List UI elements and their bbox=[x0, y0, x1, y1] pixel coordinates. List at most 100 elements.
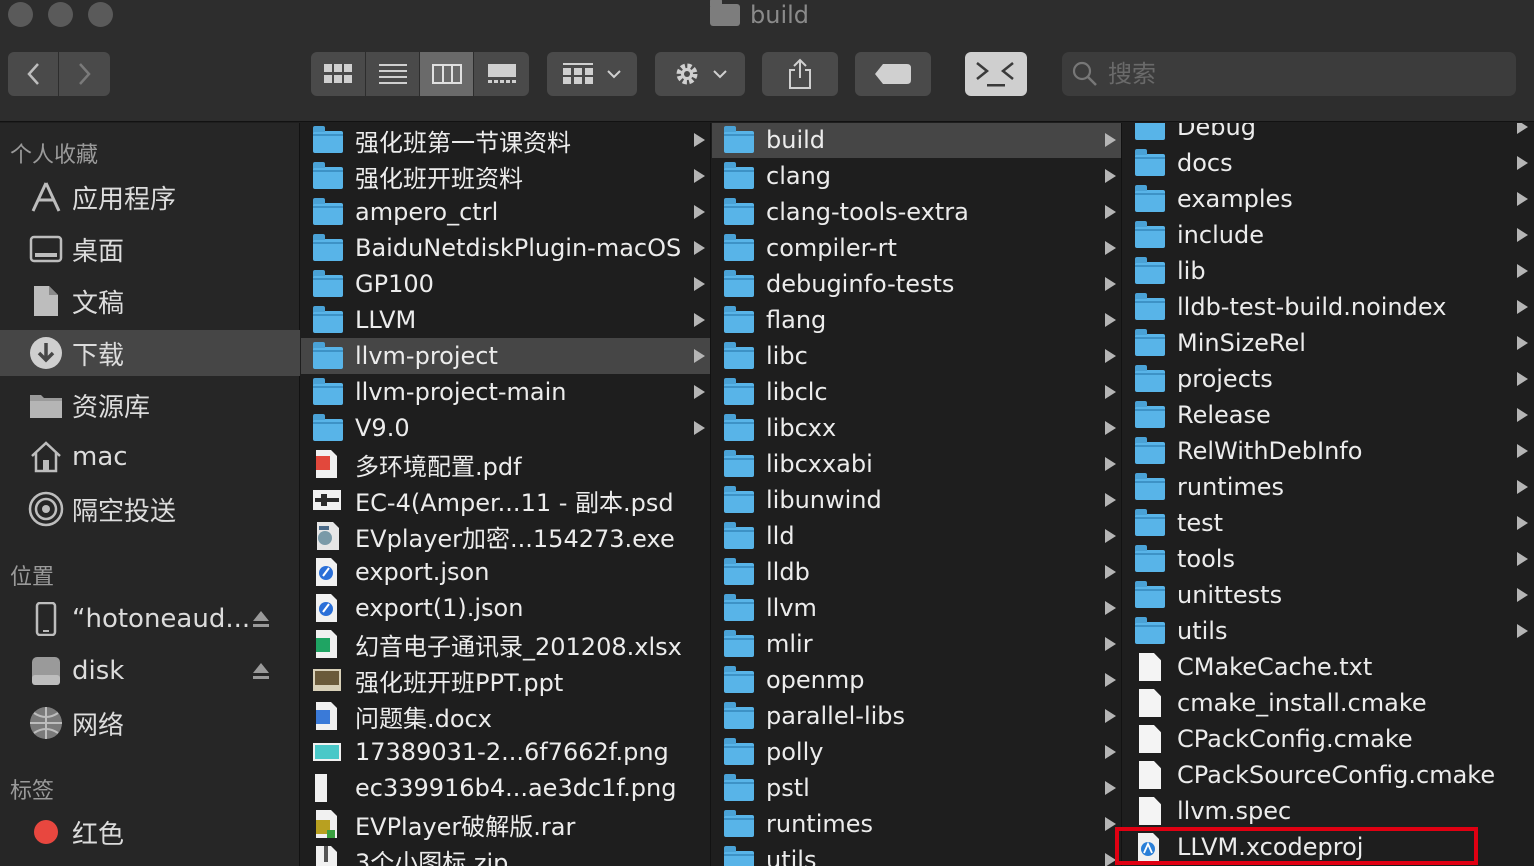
folder-row[interactable]: 强化班第一节课资料 bbox=[301, 123, 710, 158]
folder-row[interactable]: tools bbox=[1123, 541, 1534, 577]
folder-row[interactable]: llvm-project-main bbox=[301, 374, 710, 410]
folder-row[interactable]: compiler-rt bbox=[712, 230, 1121, 266]
action-menu-button[interactable] bbox=[655, 52, 745, 96]
file-row[interactable]: export.json bbox=[301, 554, 710, 590]
sidebar-item-applications[interactable]: 应用程序 bbox=[0, 174, 300, 220]
folder-row[interactable]: pstl bbox=[712, 770, 1121, 806]
folder-row[interactable]: lib bbox=[1123, 253, 1534, 289]
folder-row[interactable]: libc bbox=[712, 338, 1121, 374]
zoom-window-button[interactable] bbox=[88, 2, 113, 27]
minimize-window-button[interactable] bbox=[48, 2, 73, 27]
folder-row[interactable]: debuginfo-tests bbox=[712, 266, 1121, 302]
sidebar-item-network[interactable]: 网络 bbox=[0, 700, 300, 746]
folder-row[interactable]: examples bbox=[1123, 181, 1534, 217]
folder-row[interactable]: test bbox=[1123, 505, 1534, 541]
search-field[interactable] bbox=[1062, 52, 1516, 96]
folder-row[interactable]: lldb-test-build.noindex bbox=[1123, 289, 1534, 325]
item-name: 问题集.docx bbox=[355, 704, 492, 733]
file-row[interactable]: EVPlayer破解版.rar bbox=[301, 806, 710, 842]
disclosure-arrow-icon bbox=[694, 241, 705, 255]
folder-icon bbox=[313, 198, 343, 226]
file-row[interactable]: ec339916b4...ae3dc1f.png bbox=[301, 770, 710, 806]
folder-row[interactable]: Release bbox=[1123, 397, 1534, 433]
file-row[interactable]: CPackConfig.cmake bbox=[1123, 721, 1534, 757]
folder-row[interactable]: 强化班开班资料 bbox=[301, 158, 710, 194]
share-button[interactable] bbox=[762, 52, 838, 96]
folder-row[interactable]: V9.0 bbox=[301, 410, 710, 446]
sidebar-item-airdrop[interactable]: 隔空投送 bbox=[0, 486, 300, 532]
folder-row[interactable]: build bbox=[712, 123, 1121, 158]
folder-row[interactable]: docs bbox=[1123, 145, 1534, 181]
file-row[interactable]: llvm.spec bbox=[1123, 793, 1534, 829]
folder-row[interactable]: LLVM bbox=[301, 302, 710, 338]
column-view-button[interactable] bbox=[420, 52, 474, 96]
file-row[interactable]: 多环境配置.pdf bbox=[301, 446, 710, 482]
sidebar-item-documents[interactable]: 文稿 bbox=[0, 278, 300, 324]
folder-row[interactable]: utils bbox=[1123, 613, 1534, 649]
folder-row[interactable]: openmp bbox=[712, 662, 1121, 698]
folder-row[interactable]: ampero_ctrl bbox=[301, 194, 710, 230]
group-by-button[interactable] bbox=[547, 52, 637, 96]
sidebar-item-tag-red[interactable]: 红色 bbox=[0, 809, 300, 855]
folder-row[interactable]: parallel-libs bbox=[712, 698, 1121, 734]
folder-row[interactable]: mlir bbox=[712, 626, 1121, 662]
file-row[interactable]: CPackSourceConfig.cmake bbox=[1123, 757, 1534, 793]
file-row[interactable]: CMakeCache.txt bbox=[1123, 649, 1534, 685]
folder-row[interactable]: RelWithDebInfo bbox=[1123, 433, 1534, 469]
eject-icon[interactable] bbox=[252, 610, 270, 628]
folder-row[interactable]: MinSizeRel bbox=[1123, 325, 1534, 361]
folder-row[interactable]: clang-tools-extra bbox=[712, 194, 1121, 230]
tags-button[interactable] bbox=[855, 52, 931, 96]
list-view-button[interactable] bbox=[366, 52, 420, 96]
file-row[interactable]: 幻音电子通讯录_201208.xlsx bbox=[301, 626, 710, 662]
folder-row[interactable]: include bbox=[1123, 217, 1534, 253]
file-row[interactable]: 17389031-2...6f7662f.png bbox=[301, 734, 710, 770]
folder-row[interactable]: unittests bbox=[1123, 577, 1534, 613]
close-window-button[interactable] bbox=[8, 2, 33, 27]
folder-row[interactable]: runtimes bbox=[1123, 469, 1534, 505]
back-button[interactable] bbox=[8, 52, 59, 96]
item-name: clang bbox=[766, 162, 832, 190]
file-row[interactable]: cmake_install.cmake bbox=[1123, 685, 1534, 721]
folder-row[interactable]: lld bbox=[712, 518, 1121, 554]
folder-row[interactable]: GP100 bbox=[301, 266, 710, 302]
folder-row[interactable]: polly bbox=[712, 734, 1121, 770]
file-row[interactable]: EC-4(Amper...11 - 副本.psd bbox=[301, 482, 710, 518]
file-row[interactable]: export(1).json bbox=[301, 590, 710, 626]
search-input[interactable] bbox=[1108, 60, 1488, 88]
sidebar-item-downloads[interactable]: 下载 bbox=[0, 330, 300, 376]
folder-row[interactable]: Debug bbox=[1123, 123, 1534, 145]
sidebar-item-iphone[interactable]: “hotoneaud... bbox=[0, 596, 300, 642]
sidebar-item-disk[interactable]: disk bbox=[0, 648, 300, 694]
sidebar-item-home[interactable]: mac bbox=[0, 434, 300, 480]
folder-row[interactable]: runtimes bbox=[712, 806, 1121, 842]
sidebar-item-desktop[interactable]: 桌面 bbox=[0, 226, 300, 272]
eject-icon[interactable] bbox=[252, 662, 270, 680]
folder-row[interactable]: utils bbox=[712, 842, 1121, 866]
file-row[interactable]: 问题集.docx bbox=[301, 698, 710, 734]
folder-row[interactable]: flang bbox=[712, 302, 1121, 338]
folder-row[interactable]: libunwind bbox=[712, 482, 1121, 518]
file-row[interactable]: EVplayer加密...154273.exe bbox=[301, 518, 710, 554]
folder-row[interactable]: llvm bbox=[712, 590, 1121, 626]
folder-row[interactable]: llvm-project bbox=[301, 338, 710, 374]
folder-row[interactable]: clang bbox=[712, 158, 1121, 194]
folder-row[interactable]: libcxx bbox=[712, 410, 1121, 446]
item-name: Release bbox=[1177, 401, 1271, 429]
terminal-button[interactable] bbox=[965, 52, 1027, 96]
document-icon bbox=[1135, 725, 1165, 753]
file-row[interactable]: 3个小图标.zip bbox=[301, 842, 710, 866]
file-row[interactable]: 强化班开班PPT.ppt bbox=[301, 662, 710, 698]
folder-row[interactable]: BaiduNetdiskPlugin-macOS bbox=[301, 230, 710, 266]
folder-row[interactable]: libcxxabi bbox=[712, 446, 1121, 482]
disclosure-arrow-icon bbox=[1105, 745, 1116, 759]
folder-row[interactable]: projects bbox=[1123, 361, 1534, 397]
folder-row[interactable]: lldb bbox=[712, 554, 1121, 590]
gallery-view-button[interactable] bbox=[474, 52, 529, 96]
folder-icon bbox=[28, 387, 64, 423]
folder-row[interactable]: libclc bbox=[712, 374, 1121, 410]
forward-button[interactable] bbox=[59, 52, 110, 96]
item-name: lldb-test-build.noindex bbox=[1177, 293, 1447, 321]
icon-view-button[interactable] bbox=[311, 52, 366, 96]
sidebar-item-library[interactable]: 资源库 bbox=[0, 382, 300, 428]
